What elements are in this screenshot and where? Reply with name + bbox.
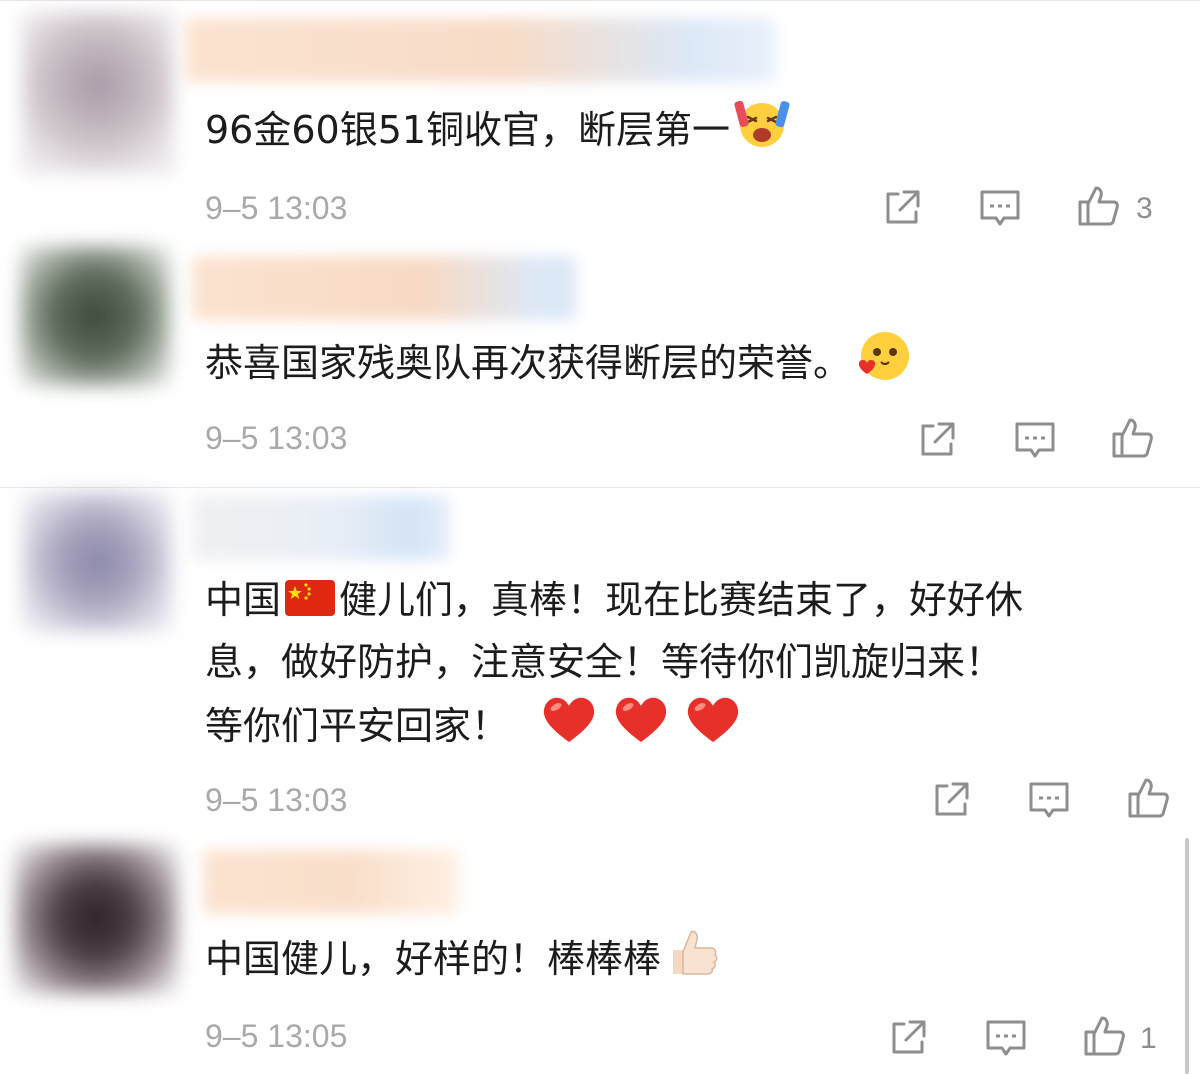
share-icon — [892, 1020, 926, 1054]
comment-text: 中国 健儿们，真棒！现在比赛结束了，好好休 — [205, 568, 1023, 635]
like-button[interactable] — [1082, 1014, 1126, 1058]
comment-item: 中国 健儿们，真棒！现在比赛结束了，好好休 息，做好防护，注意安全！等待你们凯旋… — [0, 488, 1200, 832]
comment-button[interactable] — [1013, 418, 1057, 462]
username-blurred[interactable] — [192, 496, 450, 560]
thumbs-up-emoji — [665, 924, 721, 999]
like-count: 1 — [1140, 1022, 1157, 1055]
thumbs-up-icon — [1078, 186, 1119, 226]
scrollbar[interactable] — [1185, 838, 1189, 1074]
username-blurred[interactable] — [185, 18, 775, 82]
comment-time: 9–5 13:03 — [205, 190, 348, 226]
comment-icon — [986, 1020, 1026, 1056]
share-icon — [935, 782, 969, 816]
comment-text: 恭喜国家残奥队再次获得断层的荣誉。 — [205, 328, 911, 403]
comment-time: 9–5 13:03 — [205, 782, 348, 818]
comment-icon — [1015, 422, 1055, 458]
comment-button[interactable] — [984, 1016, 1028, 1060]
comment-icon — [980, 190, 1020, 226]
share-button[interactable] — [880, 186, 924, 230]
red-heart-emoji — [613, 694, 669, 763]
red-heart-emoji — [541, 694, 597, 763]
share-button[interactable] — [929, 778, 973, 822]
china-flag-emoji — [285, 571, 336, 635]
like-button[interactable] — [1126, 776, 1170, 820]
thumbs-up-icon — [1112, 418, 1153, 458]
comment-time: 9–5 13:05 — [205, 1018, 348, 1054]
comment-item: 恭喜国家残奥队再次获得断层的荣誉。 9–5 13:03 — [0, 240, 1200, 484]
blushing-heart-face-emoji — [855, 328, 911, 403]
share-button[interactable] — [915, 418, 959, 462]
like-button[interactable] — [1110, 416, 1154, 460]
like-button[interactable] — [1076, 184, 1120, 228]
share-button[interactable] — [886, 1016, 930, 1060]
username-blurred[interactable] — [192, 256, 576, 320]
share-icon — [886, 190, 920, 224]
comment-text-line: 息，做好防护，注意安全！等待你们凯旋归来！ — [205, 640, 1004, 684]
like-count: 3 — [1136, 192, 1153, 225]
avatar[interactable] — [22, 492, 172, 632]
comment-text: 中国健儿，好样的！棒棒棒 — [205, 924, 721, 999]
avatar[interactable] — [20, 246, 170, 386]
comment-button[interactable] — [978, 186, 1022, 230]
comment-item: 96金60银51铜收官，断层第一 9–5 13:03 3 — [0, 0, 1200, 240]
comment-icon — [1029, 782, 1069, 818]
comment-button[interactable] — [1027, 778, 1071, 822]
avatar[interactable] — [22, 12, 174, 174]
thumbs-up-icon — [1084, 1016, 1125, 1056]
share-icon — [921, 422, 955, 456]
avatar[interactable] — [14, 844, 178, 994]
comment-feed: 96金60银51铜收官，断层第一 9–5 13:03 3 恭喜国家残奥队再次获得… — [0, 0, 1200, 1074]
comment-text-line: 等你们平安回家！ — [205, 694, 741, 763]
cheering-face-emoji — [734, 95, 790, 170]
comment-text: 96金60银51铜收官，断层第一 — [205, 95, 790, 170]
thumbs-up-icon — [1128, 778, 1169, 818]
red-heart-emoji — [685, 694, 741, 763]
comment-time: 9–5 13:03 — [205, 420, 348, 456]
username-blurred[interactable] — [203, 850, 459, 914]
comment-item: 中国健儿，好样的！棒棒棒 9–5 13:05 1 — [0, 836, 1200, 1074]
